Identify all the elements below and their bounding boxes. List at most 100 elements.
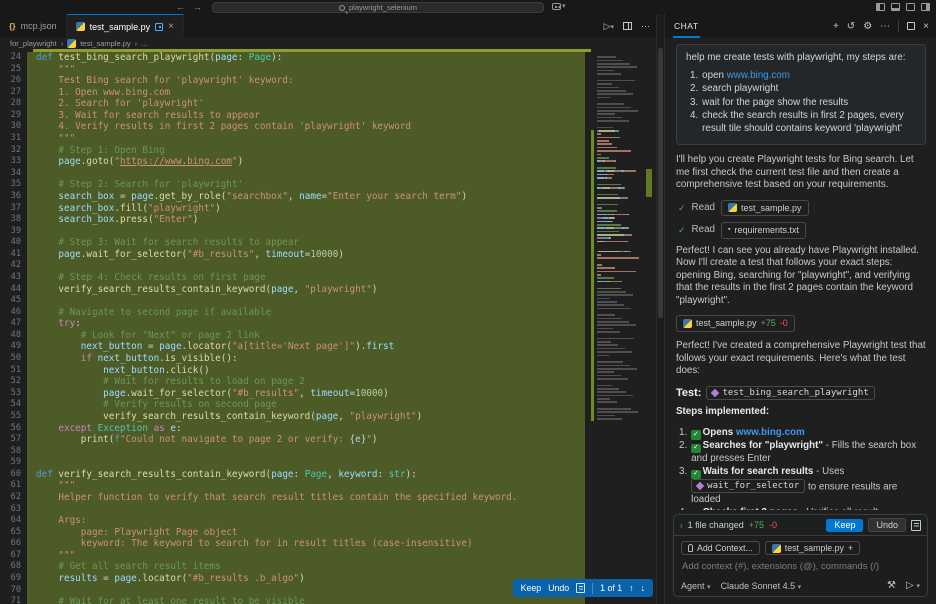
code-line[interactable]: 62 Helper function to verify that search…	[0, 491, 656, 504]
tools-icon[interactable]: ⚒	[887, 580, 896, 591]
code-line[interactable]: 49 next_button = page.locator("a[title='…	[0, 341, 656, 354]
send-button[interactable]: ▷ ▾	[906, 580, 920, 591]
view-diff-icon[interactable]	[911, 519, 921, 531]
link[interactable]: www.bing.com	[727, 70, 790, 81]
undo-button[interactable]: Undo	[548, 583, 569, 593]
editor-more-actions-icon[interactable]: ⋯	[641, 21, 650, 32]
keep-button[interactable]: Keep	[521, 583, 542, 593]
code-line[interactable]: 31 """	[0, 133, 656, 145]
tool-file-chip[interactable]: ▪ requirements.txt	[720, 222, 806, 239]
code-line[interactable]: 35 # Step 2: Search for 'playwright'	[0, 179, 656, 191]
code-line[interactable]: 25 """	[0, 63, 656, 76]
settings-gear-icon[interactable]: ⚙	[863, 21, 872, 32]
link[interactable]: www.bing.com	[736, 427, 805, 438]
keep-all-button[interactable]: Keep	[826, 518, 864, 532]
tool-call-row[interactable]: ✓ Read ▪ requirements.txt	[678, 222, 926, 239]
code-line[interactable]: 71 # Wait for at least one result to be …	[0, 596, 656, 604]
code-line[interactable]: 59	[0, 457, 656, 469]
chat-input-placeholder[interactable]: Add context (#), extensions (@), command…	[682, 561, 919, 572]
tab-test-sample-py[interactable]: test_sample.py ×	[66, 14, 185, 38]
code-line[interactable]: 27 1. Open www.bing.com	[0, 86, 656, 99]
command-center-search[interactable]: playwright_selenium	[212, 2, 544, 13]
symbol-chip[interactable]: wait_for_selector	[691, 478, 806, 494]
changed-file-chip[interactable]: test_sample.py +75 -0	[676, 315, 795, 332]
chat-more-actions-icon[interactable]: ⋯	[880, 21, 890, 32]
run-button[interactable]: ▷▾	[604, 21, 614, 32]
new-chat-icon[interactable]: +	[833, 21, 839, 32]
code-line[interactable]: 29 3. Wait for search results to appear	[0, 109, 656, 122]
minimap[interactable]	[591, 49, 642, 604]
code-line[interactable]: 55 verify_search_results_contain_keyword…	[0, 410, 656, 423]
next-change-icon[interactable]: ↓	[641, 583, 645, 593]
add-context-button[interactable]: Add Context...	[681, 541, 760, 555]
toggle-sidebar-left-icon[interactable]	[876, 3, 885, 11]
code-line[interactable]: 40 # Step 3: Wait for search results to …	[0, 237, 656, 249]
code-line[interactable]: 41 page.wait_for_selector("#b_results", …	[0, 248, 656, 261]
code-line[interactable]: 24 def test_bing_search_playwright(page: …	[0, 52, 656, 64]
code-line[interactable]: 63	[0, 503, 656, 516]
code-line[interactable]: 32 # Step 1: Open Bing	[0, 144, 656, 157]
code-line[interactable]: 34	[0, 167, 656, 180]
code-line[interactable]: 42	[0, 260, 656, 272]
code-line[interactable]: 51 next_button.click()	[0, 364, 656, 377]
breadcrumb-symbol[interactable]: ...	[141, 39, 147, 48]
model-picker-dropdown[interactable]: Claude Sonnet 4.5 ▾	[721, 581, 802, 591]
code-line[interactable]: 39	[0, 225, 656, 238]
breadcrumb[interactable]: for_playwright › test_sample.py › ...	[0, 38, 656, 49]
code-line[interactable]: 68 # Get all search result items	[0, 561, 656, 574]
tool-call-row[interactable]: ✓ Read test_sample.py	[678, 199, 926, 216]
code-line[interactable]: 52 # Wait for results to load on page 2	[0, 376, 656, 388]
customize-layout-icon[interactable]	[906, 3, 915, 11]
code-line[interactable]: 61 """	[0, 480, 656, 492]
close-tab-icon[interactable]: ×	[168, 21, 174, 32]
code-line[interactable]: 58	[0, 445, 656, 458]
code-line[interactable]: 57 print(f"Could not navigate to page 2 …	[0, 434, 656, 446]
diff-file-icon[interactable]	[576, 583, 586, 593]
agent-mode-dropdown[interactable]: Agent ▾	[681, 581, 711, 591]
undo-all-button[interactable]: Undo	[868, 518, 906, 532]
code-line[interactable]: 26 Test Bing search for 'playwright' key…	[0, 75, 656, 87]
forward-icon[interactable]: →	[193, 2, 202, 12]
code-editor[interactable]: 24 def test_bing_search_playwright(page: …	[0, 49, 656, 604]
overview-ruler[interactable]	[642, 49, 656, 604]
code-line[interactable]: 53 page.wait_for_selector("#b_results", …	[0, 387, 656, 400]
maximize-panel-icon[interactable]	[907, 22, 916, 30]
chat-input-box[interactable]: Add Context... test_sample.py + Add cont…	[673, 535, 928, 597]
split-editor-icon[interactable]	[623, 22, 632, 30]
code-line[interactable]: 45	[0, 295, 656, 307]
tab-chat[interactable]: CHAT	[673, 14, 700, 38]
code-line[interactable]: 30 4. Verify results in first 2 pages co…	[0, 121, 656, 134]
close-panel-icon[interactable]: ×	[923, 21, 929, 32]
changed-files-summary[interactable]: 1 file changed	[688, 520, 744, 530]
code-line[interactable]: 38 search_box.press("Enter")	[0, 214, 656, 226]
toggle-panel-icon[interactable]	[891, 3, 900, 11]
breadcrumb-file[interactable]: test_sample.py	[80, 39, 130, 48]
code-line[interactable]: 64 Args:	[0, 515, 656, 527]
code-line[interactable]: 47 try:	[0, 318, 656, 330]
code-line[interactable]: 54 # Verify results on second page	[0, 399, 656, 411]
history-icon[interactable]: ↺	[847, 21, 855, 32]
code-line[interactable]: 46 # Navigate to second page if availabl…	[0, 306, 656, 319]
code-line[interactable]: 36 search_box = page.get_by_role("search…	[0, 190, 656, 203]
tab-mcp-json[interactable]: {} mcp.json	[0, 14, 67, 38]
code-line[interactable]: 37 search_box.fill("playwright")	[0, 202, 656, 215]
code-line[interactable]: 67 """	[0, 549, 656, 562]
expand-changes-icon[interactable]: ›	[680, 521, 683, 530]
toggle-sidebar-right-icon[interactable]	[921, 3, 930, 11]
code-line[interactable]: 48 # Look for "Next" or page 2 link	[0, 329, 656, 342]
code-line[interactable]: 44 verify_search_results_contain_keyword…	[0, 283, 656, 296]
copilot-icon[interactable]: ▾	[552, 2, 566, 10]
prev-change-icon[interactable]: ↑	[629, 583, 633, 593]
code-line[interactable]: 33 page.goto("https://www.bing.com")	[0, 156, 656, 168]
breadcrumb-folder[interactable]: for_playwright	[10, 39, 57, 48]
add-file-icon[interactable]: +	[848, 543, 853, 553]
code-line[interactable]: 56 except Exception as e:	[0, 422, 656, 435]
attached-file-chip[interactable]: test_sample.py +	[764, 541, 861, 555]
code-line[interactable]: 66 keyword: The keyword to search for in…	[0, 538, 656, 550]
code-line[interactable]: 43 # Step 4: Check results on first page	[0, 271, 656, 284]
back-icon[interactable]: ←	[176, 2, 185, 12]
code-line[interactable]: 60 def verify_search_results_contain_keyw…	[0, 468, 656, 481]
symbol-chip[interactable]: test_bing_search_playwright	[706, 385, 875, 401]
editor-scrollbar[interactable]	[658, 48, 663, 318]
panel-resize-sash[interactable]	[656, 14, 665, 604]
